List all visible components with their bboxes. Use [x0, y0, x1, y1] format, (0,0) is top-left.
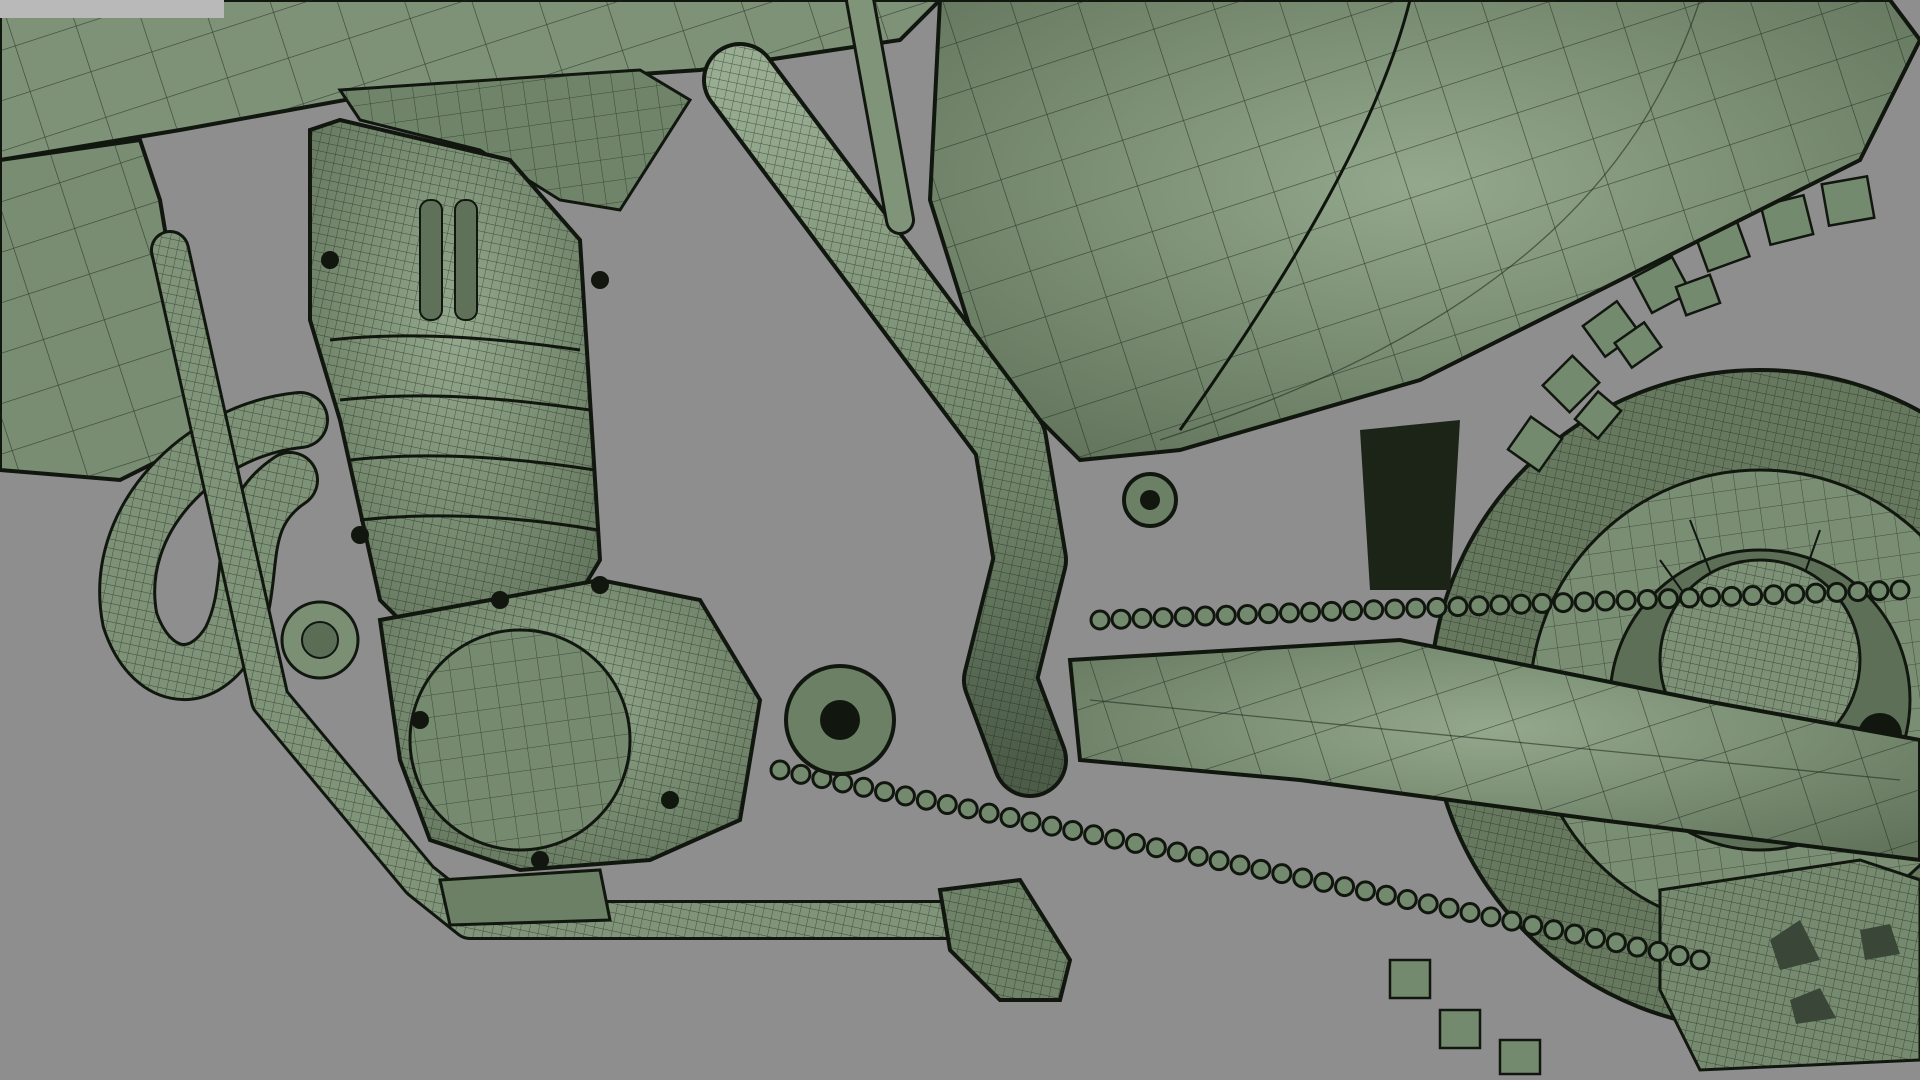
chain-link — [1278, 602, 1300, 624]
chain-link — [1678, 587, 1700, 609]
chain-link — [1236, 603, 1258, 625]
chain-link — [936, 794, 958, 816]
chain-link — [1363, 599, 1385, 621]
chain-link — [1342, 600, 1364, 622]
chain-link — [1573, 591, 1595, 613]
chain-link — [1110, 608, 1132, 630]
chain-link — [1083, 824, 1105, 846]
chain-link — [1447, 596, 1469, 618]
chain-link — [1668, 945, 1690, 967]
chain-link — [1250, 858, 1272, 880]
chain-link — [1480, 906, 1502, 928]
chain-link — [1721, 585, 1743, 607]
chain-link — [1173, 606, 1195, 628]
chain-link — [1763, 584, 1785, 606]
chain-link — [1543, 919, 1565, 941]
chain-link — [1062, 819, 1084, 841]
chain-link — [1426, 596, 1448, 618]
chain-link — [790, 763, 812, 785]
chain-link — [1805, 582, 1827, 604]
chain-link — [1187, 845, 1209, 867]
chain-link — [1605, 932, 1627, 954]
chain-link — [1531, 592, 1553, 614]
chain-link — [1208, 850, 1230, 872]
chain-link — [1089, 609, 1111, 631]
chain-link — [1417, 893, 1439, 915]
chain-link — [1657, 588, 1679, 610]
chain-link — [874, 781, 896, 803]
chain-link — [1889, 579, 1911, 601]
chain-link — [915, 789, 937, 811]
chain-link — [1292, 867, 1314, 889]
chain-link — [1313, 871, 1335, 893]
chain-link — [894, 785, 916, 807]
chain-link — [1405, 597, 1427, 619]
chain-link — [1020, 811, 1042, 833]
footpeg — [937, 877, 1073, 1002]
3d-viewport[interactable] — [0, 0, 1920, 1080]
chain-link — [1468, 595, 1490, 617]
chain-link — [1194, 605, 1216, 627]
chain-link — [978, 802, 1000, 824]
rear-shock — [1360, 420, 1460, 590]
chain-link — [1438, 897, 1460, 919]
front-sprocket — [784, 664, 896, 776]
chain-link — [1868, 580, 1890, 602]
chain-link — [1321, 600, 1343, 622]
chain-link — [1615, 589, 1637, 611]
chain-link — [1564, 923, 1586, 945]
chain-link — [1459, 902, 1481, 923]
chain-link — [1584, 927, 1606, 949]
chain-link — [853, 776, 875, 798]
chain-link — [1396, 889, 1418, 911]
chain-link — [1354, 880, 1376, 902]
chain-link — [1145, 837, 1167, 859]
chain-link — [1594, 590, 1616, 612]
chain-link — [1131, 607, 1153, 629]
chain-link — [1229, 854, 1251, 876]
chain-link — [1510, 593, 1532, 615]
chain-link — [1257, 603, 1279, 625]
chain-link — [1166, 841, 1188, 863]
chain-link — [999, 807, 1021, 828]
chain-link — [1847, 581, 1869, 603]
chain-link — [1636, 588, 1658, 610]
chain-link — [957, 798, 979, 820]
chain-link — [1124, 832, 1146, 854]
chain-link — [1271, 863, 1293, 885]
chain-link — [1104, 828, 1126, 850]
chain-link — [1300, 601, 1322, 623]
chain-link — [1522, 914, 1544, 936]
chain-link — [1152, 607, 1174, 629]
chain-link — [1215, 604, 1237, 626]
chain-link — [1501, 910, 1523, 932]
chain-link — [1700, 586, 1722, 608]
chain-link — [1826, 581, 1848, 603]
chain-link — [1489, 594, 1511, 616]
chain-link — [1647, 940, 1669, 962]
chain-link — [1384, 598, 1406, 620]
chain-link — [769, 759, 791, 781]
chain-link — [1626, 936, 1648, 958]
motorcycle-model[interactable] — [0, 0, 1920, 1080]
viewport-corner-tab — [0, 0, 224, 18]
chain-link — [1334, 876, 1356, 898]
chain-link — [1375, 884, 1397, 906]
chain-link — [1689, 949, 1711, 971]
chain-link — [832, 772, 854, 794]
chain-link — [1041, 815, 1063, 837]
chain-link — [1552, 592, 1574, 614]
chain-link — [1742, 585, 1764, 607]
chain-link — [1784, 583, 1806, 605]
